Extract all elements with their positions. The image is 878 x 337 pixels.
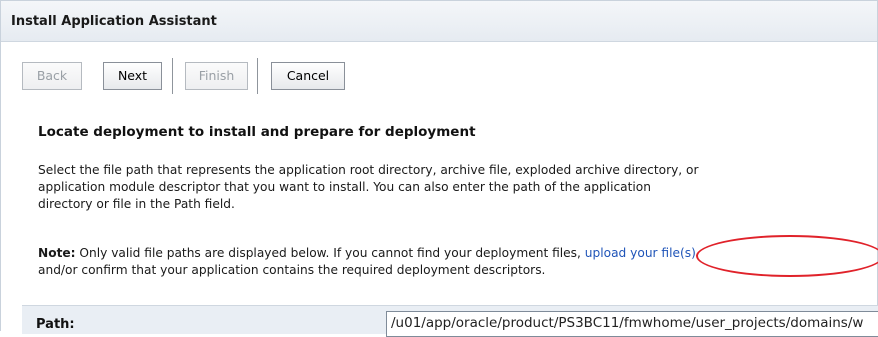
note-text-before-link: Only valid file paths are displayed belo…	[75, 246, 581, 260]
cancel-button[interactable]: Cancel	[271, 62, 345, 90]
finish-button[interactable]: Finish	[185, 62, 248, 90]
note-text: Note: Only valid file paths are displaye…	[38, 245, 874, 279]
note-line-2: and/or confirm that your application con…	[38, 263, 546, 277]
install-assistant-panel: Install Application Assistant Back Next …	[0, 0, 878, 337]
section-title: Locate deployment to install and prepare…	[38, 124, 476, 140]
panel-header: Install Application Assistant	[1, 1, 877, 42]
upload-files-link[interactable]: upload your file(s)	[585, 246, 696, 260]
back-button[interactable]: Back	[22, 62, 82, 90]
path-input[interactable]: /u01/app/oracle/product/PS3BC11/fmwhome/…	[386, 311, 878, 337]
description-line: Select the file path that represents the…	[38, 163, 699, 177]
description-text: Select the file path that represents the…	[38, 162, 874, 213]
path-row: Path: /u01/app/oracle/product/PS3BC11/fm…	[22, 305, 878, 337]
path-label: Path:	[36, 317, 75, 332]
description-line: application module descriptor that you w…	[38, 180, 651, 194]
note-line-1: Note: Only valid file paths are displaye…	[38, 245, 874, 262]
description-line: directory or file in the Path field.	[38, 197, 235, 211]
panel-title: Install Application Assistant	[11, 14, 217, 29]
next-button[interactable]: Next	[103, 62, 162, 90]
toolbar-separator	[257, 58, 261, 94]
toolbar-separator	[172, 58, 176, 94]
note-label: Note:	[38, 246, 76, 260]
